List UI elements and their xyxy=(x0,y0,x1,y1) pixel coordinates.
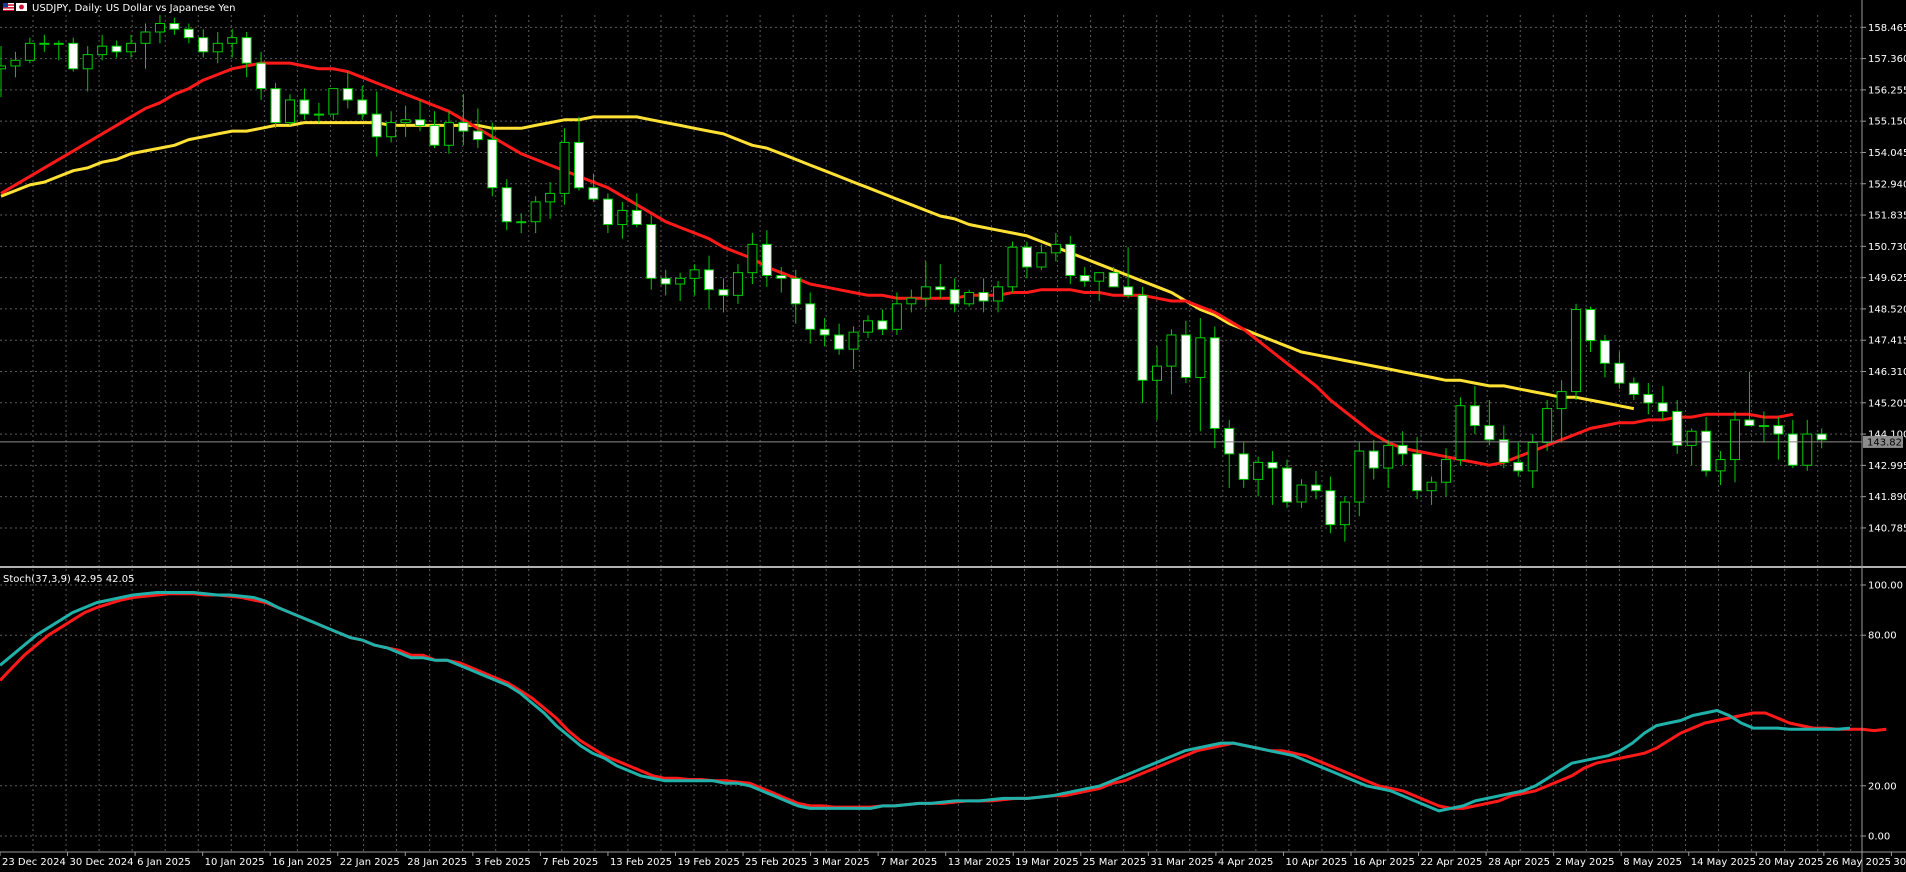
time-tick-label: 26 May 2025 xyxy=(1826,857,1891,868)
time-tick-label: 7 Feb 2025 xyxy=(542,857,598,868)
time-tick-label: 28 Apr 2025 xyxy=(1488,857,1550,868)
time-tick-label: 30 May 2025 xyxy=(1893,857,1906,868)
stochastic-tick-label: 100.00 xyxy=(1868,581,1903,592)
chart-background xyxy=(0,0,1906,872)
time-tick-label: 25 Mar 2025 xyxy=(1083,857,1146,868)
stochastic-tick-label: 80.00 xyxy=(1868,631,1897,642)
time-tick-label: 16 Apr 2025 xyxy=(1353,857,1415,868)
price-tick-label: 142.995 xyxy=(1868,461,1906,472)
price-tick-label: 150.730 xyxy=(1868,242,1906,253)
price-tick-label: 157.360 xyxy=(1868,54,1906,65)
price-tick-label: 140.785 xyxy=(1868,523,1906,534)
price-tick-label: 158.465 xyxy=(1868,23,1906,34)
price-tick-label: 148.520 xyxy=(1868,304,1906,315)
time-tick-label: 3 Mar 2025 xyxy=(813,857,870,868)
price-tick-label: 145.205 xyxy=(1868,398,1906,409)
time-tick-label: 3 Feb 2025 xyxy=(475,857,531,868)
time-tick-label: 2 May 2025 xyxy=(1556,857,1615,868)
time-tick-label: 4 Apr 2025 xyxy=(1218,857,1273,868)
current-price-tag: 143.823 xyxy=(1863,435,1906,448)
stochastic-title: Stoch(37,3,9) 42.95 42.05 xyxy=(3,574,134,585)
time-tick-label: 19 Mar 2025 xyxy=(1015,857,1078,868)
candle xyxy=(1007,241,1018,293)
chart-title: USDJPY, Daily: US Dollar vs Japanese Yen xyxy=(32,3,236,14)
price-tick-label: 154.045 xyxy=(1868,148,1906,159)
price-tick-label: 147.415 xyxy=(1868,336,1906,347)
time-tick-label: 23 Dec 2024 xyxy=(2,857,66,868)
candle xyxy=(270,82,281,129)
candle xyxy=(1455,397,1466,466)
time-tick-label: 20 May 2025 xyxy=(1758,857,1823,868)
time-tick-label: 31 Mar 2025 xyxy=(1150,857,1213,868)
price-tick-label: 151.835 xyxy=(1868,211,1906,222)
candle xyxy=(646,216,657,290)
time-tick-label: 10 Jan 2025 xyxy=(205,857,265,868)
time-tick-label: 13 Feb 2025 xyxy=(610,857,672,868)
price-chart[interactable]: USDJPY, Daily: US Dollar vs Japanese Yen… xyxy=(0,0,1906,872)
stochastic-tick-label: 20.00 xyxy=(1868,781,1897,792)
time-tick-label: 13 Mar 2025 xyxy=(948,857,1011,868)
price-tick-label: 156.255 xyxy=(1868,85,1906,96)
price-tick-label: 149.625 xyxy=(1868,273,1906,284)
time-tick-label: 6 Jan 2025 xyxy=(137,857,191,868)
price-tick-label: 155.150 xyxy=(1868,117,1906,128)
time-tick-label: 14 May 2025 xyxy=(1691,857,1756,868)
time-tick-label: 22 Jan 2025 xyxy=(340,857,400,868)
time-tick-label: 8 May 2025 xyxy=(1623,857,1682,868)
current-price-label: 143.823 xyxy=(1867,437,1906,448)
candle xyxy=(964,289,975,307)
time-tick-label: 16 Jan 2025 xyxy=(272,857,332,868)
price-tick-label: 146.310 xyxy=(1868,367,1906,378)
time-tick-label: 19 Feb 2025 xyxy=(678,857,740,868)
time-tick-label: 25 Feb 2025 xyxy=(745,857,807,868)
time-tick-label: 22 Apr 2025 xyxy=(1421,857,1483,868)
price-tick-label: 141.890 xyxy=(1868,492,1906,503)
candle xyxy=(1571,303,1582,401)
time-tick-label: 28 Jan 2025 xyxy=(407,857,467,868)
stochastic-tick-label: 0.00 xyxy=(1868,832,1890,843)
time-tick-label: 10 Apr 2025 xyxy=(1285,857,1347,868)
price-tick-label: 152.940 xyxy=(1868,179,1906,190)
time-tick-label: 30 Dec 2024 xyxy=(70,857,134,868)
time-tick-label: 7 Mar 2025 xyxy=(880,857,937,868)
